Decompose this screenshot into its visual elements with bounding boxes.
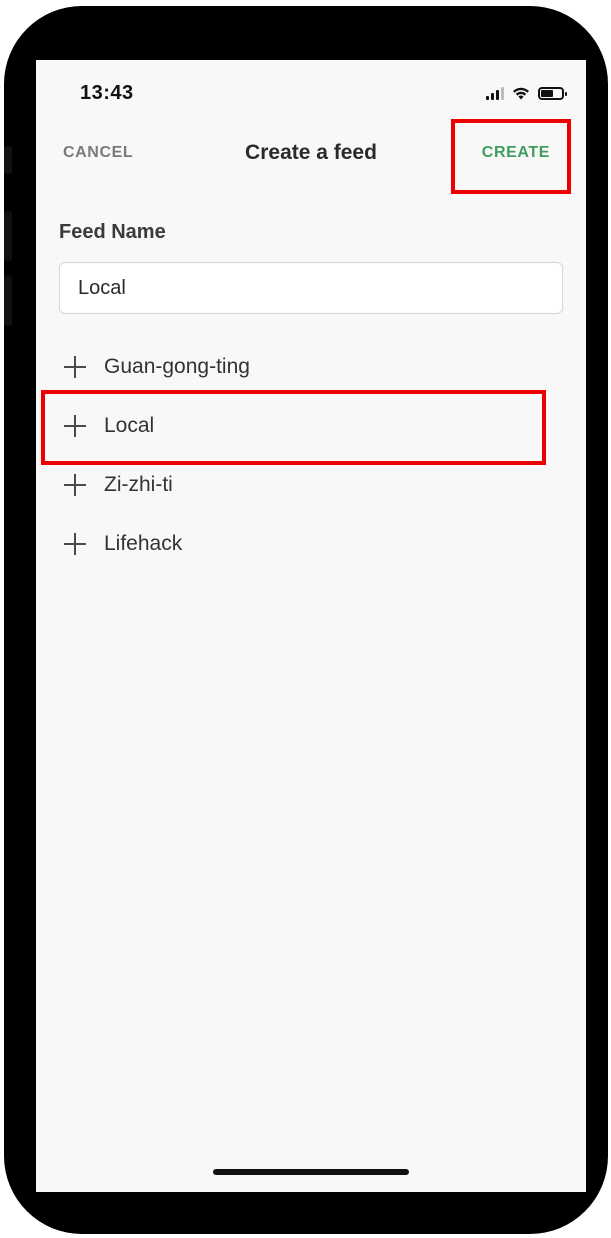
feed-item-label: Guan-gong-ting	[104, 355, 250, 378]
plus-icon	[64, 474, 86, 496]
status-bar: 13:43	[36, 60, 586, 124]
feed-item-local[interactable]: Local	[36, 397, 586, 456]
status-icons	[486, 86, 567, 100]
navigation-bar: CANCEL Create a feed CREATE	[36, 130, 586, 176]
feed-item-lifehack[interactable]: Lifehack	[36, 515, 586, 574]
cancel-button[interactable]: CANCEL	[63, 144, 133, 162]
feed-item-zi-zhi-ti[interactable]: Zi-zhi-ti	[36, 456, 586, 515]
plus-icon	[64, 415, 86, 437]
phone-frame: 13:43 CANCEL Create a feed CREATE Feed N…	[4, 6, 608, 1234]
cellular-signal-icon	[486, 87, 504, 100]
wifi-icon	[513, 87, 529, 100]
feed-item-label: Zi-zhi-ti	[104, 473, 173, 496]
app-screen: 13:43 CANCEL Create a feed CREATE Feed N…	[36, 60, 586, 1192]
volume-down-button	[4, 276, 12, 326]
battery-icon	[538, 87, 567, 100]
home-indicator	[213, 1169, 409, 1175]
feed-list: Guan-gong-ting Local Zi-zhi-ti Lifehack	[36, 338, 586, 574]
feed-name-label: Feed Name	[59, 221, 166, 243]
status-time: 13:43	[80, 82, 134, 104]
create-button[interactable]: CREATE	[482, 144, 550, 162]
plus-icon	[64, 356, 86, 378]
plus-icon	[64, 533, 86, 555]
feed-item-guan-gong-ting[interactable]: Guan-gong-ting	[36, 338, 586, 397]
feed-item-label: Lifehack	[104, 532, 183, 555]
feed-item-label: Local	[104, 414, 155, 437]
mute-switch	[4, 146, 12, 174]
feed-name-input[interactable]	[59, 262, 563, 314]
volume-up-button	[4, 211, 12, 261]
